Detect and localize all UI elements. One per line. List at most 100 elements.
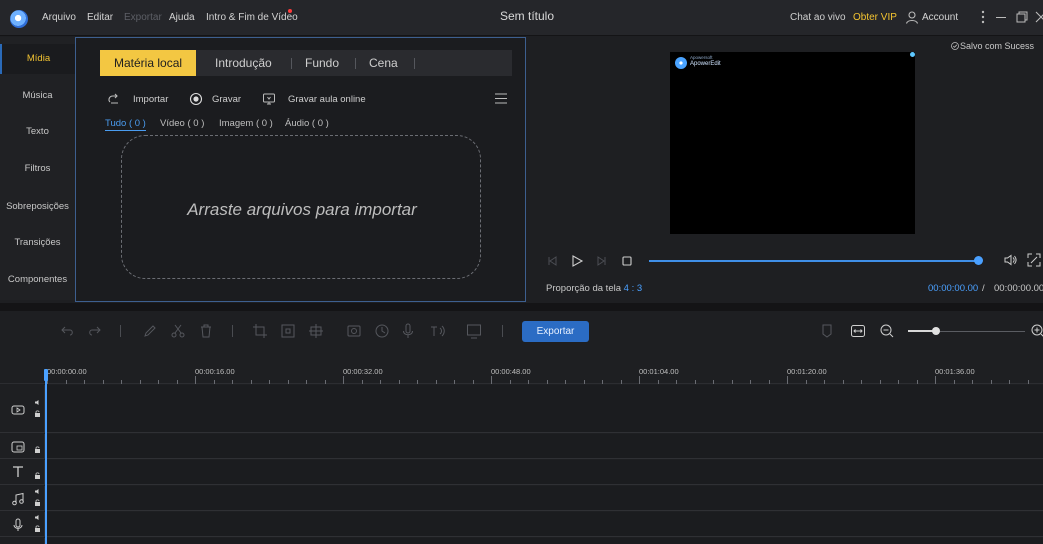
- close-icon[interactable]: [1035, 11, 1043, 23]
- sidebar-item-sobreposicoes[interactable]: Sobreposições: [0, 192, 75, 222]
- sidebar: Mídia Música Texto Filtros Sobreposições…: [0, 37, 75, 300]
- video-track[interactable]: [0, 385, 1043, 433]
- sidebar-item-transicoes[interactable]: Transições: [0, 228, 75, 258]
- seek-handle[interactable]: [974, 256, 983, 265]
- undo-icon[interactable]: [60, 323, 76, 339]
- media-panel: Matéria local Introdução Fundo Cena Impo…: [75, 37, 526, 302]
- volume-icon[interactable]: [1003, 253, 1017, 267]
- toolbar-separator: [232, 325, 233, 337]
- duration-clock-icon[interactable]: [374, 323, 390, 339]
- lock-icon[interactable]: [34, 525, 41, 532]
- voiceover-track[interactable]: [0, 512, 1043, 537]
- edit-pen-icon[interactable]: [142, 323, 158, 339]
- redo-icon[interactable]: [86, 323, 102, 339]
- maximize-icon[interactable]: [1016, 11, 1028, 23]
- filter-video[interactable]: Vídeo ( 0 ): [160, 118, 204, 129]
- menu-intro-fim[interactable]: Intro & Fim de Vídeo: [206, 12, 298, 26]
- freeze-frame-icon[interactable]: [308, 323, 324, 339]
- timeline-ruler[interactable]: 00:00:00.00 00:00:16.00 00:00:32.00 00:0…: [0, 351, 1043, 384]
- mute-icon[interactable]: [34, 488, 41, 495]
- crop-icon[interactable]: [252, 323, 268, 339]
- title-bar: Arquivo Editar Exportar Ajuda Intro & Fi…: [0, 0, 1043, 36]
- tab-fundo[interactable]: Fundo: [305, 50, 339, 76]
- snapshot-icon[interactable]: [346, 323, 362, 339]
- aspect-ratio-label[interactable]: Proporção da tela 4 : 3: [546, 283, 642, 294]
- total-time: 00:00:00.00: [994, 283, 1043, 294]
- more-menu-icon[interactable]: [980, 8, 986, 26]
- sidebar-item-musica[interactable]: Música: [0, 81, 75, 111]
- stop-icon[interactable]: [620, 254, 634, 268]
- sidebar-item-midia[interactable]: Mídia: [0, 44, 75, 74]
- next-frame-icon[interactable]: [594, 254, 608, 268]
- filter-tudo[interactable]: Tudo ( 0 ): [105, 118, 146, 131]
- voiceover-track-icon: [13, 518, 23, 531]
- text-to-speech-icon[interactable]: [430, 323, 446, 339]
- music-track[interactable]: [0, 486, 1043, 511]
- media-tab-bar: Matéria local Introdução Fundo Cena: [100, 50, 512, 76]
- play-icon[interactable]: [570, 254, 584, 268]
- drop-hint: Arraste arquivos para importar: [187, 200, 417, 219]
- toolbar-separator: [120, 325, 121, 337]
- aspect-ratio-value[interactable]: 4 : 3: [624, 283, 643, 294]
- split-scissors-icon[interactable]: [170, 323, 186, 339]
- ruler-label: 00:00:32.00: [343, 367, 383, 376]
- watermark-text: ApowerEdit: [690, 61, 721, 67]
- list-view-icon[interactable]: [495, 93, 507, 104]
- toolbar-separator: [502, 325, 503, 337]
- chat-link[interactable]: Chat ao vivo: [790, 12, 846, 23]
- lock-icon[interactable]: [34, 410, 41, 417]
- panel-divider[interactable]: [0, 303, 1043, 311]
- record-online-button[interactable]: Gravar aula online: [288, 94, 366, 108]
- tab-cena[interactable]: Cena: [369, 50, 398, 76]
- overlay-track[interactable]: [0, 434, 1043, 459]
- subtitle-icon[interactable]: [466, 323, 482, 339]
- playhead[interactable]: [45, 371, 47, 544]
- prev-frame-icon[interactable]: [546, 254, 560, 268]
- sidebar-item-componentes[interactable]: Componentes: [0, 265, 75, 295]
- ruler-label: 00:01:20.00: [787, 367, 827, 376]
- lock-icon[interactable]: [34, 446, 41, 453]
- voiceover-mic-icon[interactable]: [400, 323, 416, 339]
- zoom-slider-handle[interactable]: [932, 327, 940, 335]
- playhead-handle[interactable]: [44, 369, 48, 381]
- filter-imagem[interactable]: Imagem ( 0 ): [219, 118, 273, 129]
- text-track-icon: [13, 466, 23, 477]
- track-header: [0, 460, 45, 484]
- lock-icon[interactable]: [34, 472, 41, 479]
- get-vip-link[interactable]: Obter VIP: [853, 12, 897, 23]
- account-icon[interactable]: [905, 10, 919, 24]
- zoom-in-icon[interactable]: [1030, 323, 1043, 339]
- mute-icon[interactable]: [34, 399, 41, 406]
- export-button[interactable]: Exportar: [522, 321, 589, 342]
- zoom-out-icon[interactable]: [879, 323, 895, 339]
- menu-ajuda[interactable]: Ajuda: [169, 12, 195, 26]
- sidebar-item-filtros[interactable]: Filtros: [0, 154, 75, 184]
- import-button[interactable]: Importar: [133, 94, 168, 108]
- delete-icon[interactable]: [198, 323, 214, 339]
- text-track[interactable]: [0, 460, 1043, 485]
- filter-audio[interactable]: Áudio ( 0 ): [285, 118, 329, 129]
- lock-icon[interactable]: [34, 499, 41, 506]
- record-icon[interactable]: [189, 92, 203, 106]
- fullscreen-icon[interactable]: [1027, 253, 1041, 267]
- drop-zone[interactable]: Arraste arquivos para importar: [121, 135, 481, 279]
- tab-materia-local[interactable]: Matéria local: [100, 50, 197, 76]
- sidebar-item-texto[interactable]: Texto: [0, 117, 75, 147]
- account-label[interactable]: Account: [922, 12, 958, 23]
- record-button[interactable]: Gravar: [212, 94, 241, 108]
- track-header: [0, 538, 45, 544]
- minimize-icon[interactable]: [996, 17, 1006, 18]
- mosaic-icon[interactable]: [280, 323, 296, 339]
- menu-arquivo[interactable]: Arquivo: [42, 12, 76, 26]
- import-icon[interactable]: [107, 92, 121, 106]
- video-track-icon: [11, 405, 25, 415]
- menu-editar[interactable]: Editar: [87, 12, 113, 26]
- music-track-icon: [12, 492, 24, 506]
- tab-introducao[interactable]: Introdução: [215, 50, 272, 76]
- fit-timeline-icon[interactable]: [850, 323, 866, 339]
- menu-exportar[interactable]: Exportar: [124, 12, 162, 26]
- mute-icon[interactable]: [34, 514, 41, 521]
- marker-icon[interactable]: [819, 323, 835, 339]
- record-online-icon[interactable]: [262, 92, 276, 106]
- seek-bar[interactable]: [649, 260, 979, 262]
